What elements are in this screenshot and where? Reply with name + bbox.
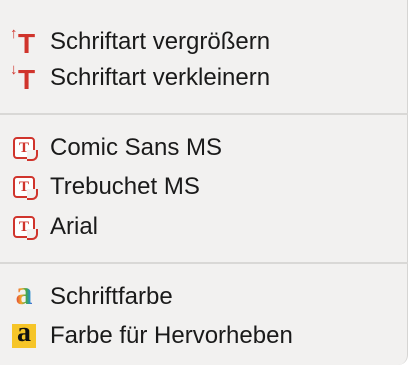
text-color-icon: a (15, 275, 33, 312)
font-icon: T (6, 167, 42, 207)
menu-item-font-arial[interactable]: T Arial (13, 207, 99, 247)
menu-item-increase-font-size[interactable]: ↑ T Schriftart vergrößern (10, 22, 271, 62)
menu-item-label: Trebuchet MS (50, 173, 200, 200)
menu-item-font-comic-sans[interactable]: T Comic Sans MS (13, 128, 223, 168)
font-size-increase-icon: ↑ T (10, 25, 36, 59)
menu-item-text-color[interactable]: a Schriftfarbe (16, 277, 173, 317)
menu-separator (0, 113, 408, 115)
menu-separator (0, 262, 408, 264)
highlight-color-icon: a (6, 316, 42, 356)
context-menu: ↑ T Schriftart vergrößern ↓ T Schriftart v… (0, 0, 408, 365)
menu-item-label: Farbe für Hervorheben (50, 322, 293, 349)
font-size-decrease-icon: ↓ T (10, 61, 36, 95)
font-icon: T (6, 128, 42, 168)
menu-item-highlight-color[interactable]: a Farbe für Hervorheben (12, 316, 293, 356)
font-icon: T (6, 207, 42, 247)
menu-item-label: Comic Sans MS (50, 134, 223, 161)
menu-item-font-trebuchet[interactable]: T Trebuchet MS (13, 167, 200, 207)
menu-item-label: Arial (50, 213, 99, 240)
menu-item-label: Schriftart vergrößern (50, 28, 271, 55)
menu-item-decrease-font-size[interactable]: ↓ T Schriftart verkleinern (10, 58, 271, 98)
menu-item-label: Schriftfarbe (50, 283, 173, 310)
menu-item-label: Schriftart verkleinern (50, 64, 271, 91)
